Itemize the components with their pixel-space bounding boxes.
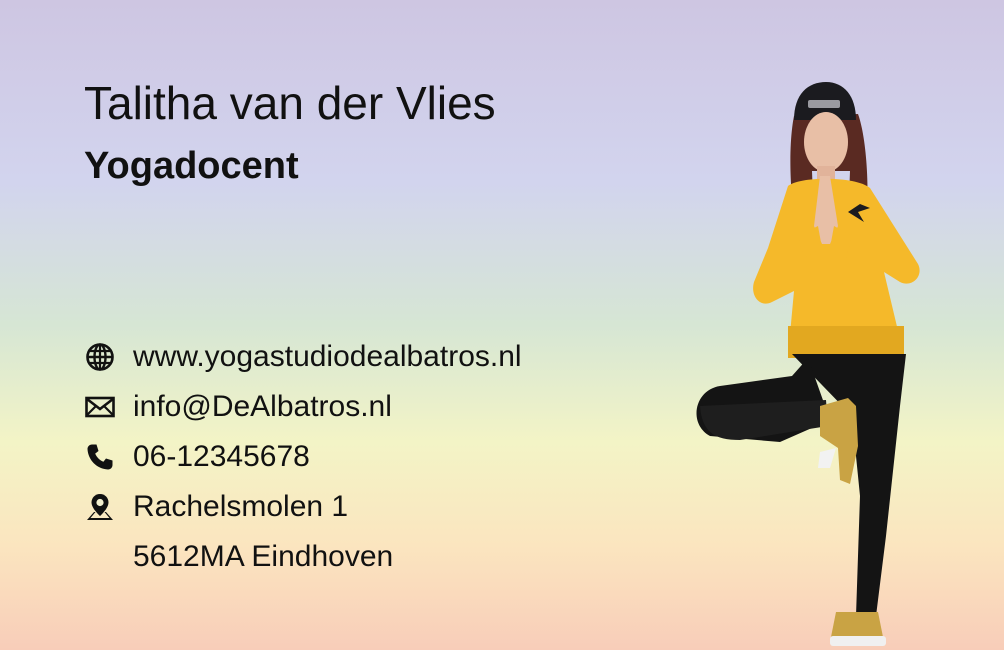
contact-website[interactable]: www.yogastudiodealbatros.nl <box>84 332 522 382</box>
address-line1-text: Rachelsmolen 1 <box>133 490 349 523</box>
contact-address-line2: 5612MA Eindhoven <box>84 532 522 582</box>
contact-email[interactable]: info@DeAlbatros.nl <box>84 382 522 432</box>
phone-icon <box>84 441 116 473</box>
envelope-icon <box>84 391 116 423</box>
contact-list: www.yogastudiodealbatros.nl info@DeAlbat… <box>84 332 522 582</box>
job-title: Yogadocent <box>84 145 299 187</box>
globe-icon <box>84 341 116 373</box>
contact-phone[interactable]: 06-12345678 <box>84 432 522 482</box>
yoga-pose-photo <box>680 76 930 650</box>
contact-address[interactable]: Rachelsmolen 1 <box>84 482 522 532</box>
email-text: info@DeAlbatros.nl <box>133 390 392 423</box>
website-text: www.yogastudiodealbatros.nl <box>133 340 522 373</box>
map-pin-icon <box>84 491 116 523</box>
phone-text: 06-12345678 <box>133 440 310 473</box>
address-line2-text: 5612MA Eindhoven <box>133 540 394 573</box>
person-name: Talitha van der Vlies <box>84 77 496 129</box>
